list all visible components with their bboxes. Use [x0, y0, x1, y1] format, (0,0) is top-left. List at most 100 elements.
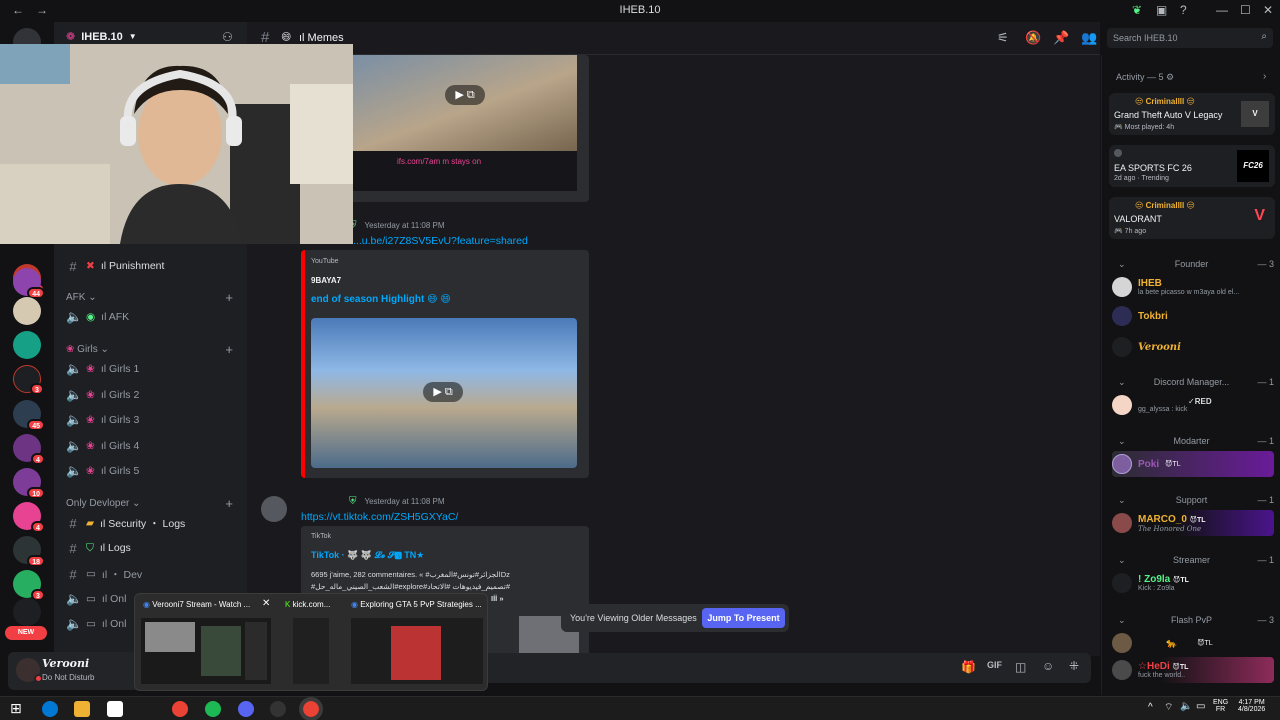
voice-channel-afk[interactable]: 🔈 ◉ ıl AFK	[62, 306, 240, 328]
close-icon[interactable]: ✕	[262, 598, 270, 609]
avatar[interactable]	[261, 496, 287, 522]
embed-author[interactable]: 9BAYA7	[311, 276, 341, 285]
category-girls[interactable]: ❀ Girls ⌄	[66, 344, 109, 355]
member-item[interactable]: IHEB la bete picasso w m3aya old el...	[1112, 274, 1274, 300]
members-icon[interactable]: 👥	[1081, 30, 1097, 46]
member-group-header[interactable]: ⌄ Flash PvP — 3	[1118, 615, 1274, 626]
server-icon[interactable]: 4	[13, 502, 45, 533]
gif-icon[interactable]: GIF	[987, 660, 1002, 670]
server-icon[interactable]	[13, 297, 41, 325]
video-thumbnail[interactable]: ▶ ⧉	[353, 55, 577, 165]
pin-icon[interactable]: 📌	[1053, 30, 1069, 46]
play-icon[interactable]: ▶ ⧉	[423, 382, 463, 402]
member-item[interactable]: MARCO_0 😈TL The Honored One	[1112, 510, 1274, 536]
member-group-header[interactable]: ⌄ Founder — 3	[1118, 259, 1274, 270]
server-icon[interactable]: 44	[13, 268, 45, 299]
video-thumbnail[interactable]: ▶ ⧉	[311, 318, 577, 468]
add-channel-icon[interactable]: +	[225, 496, 233, 511]
server-icon[interactable]: 10	[13, 468, 45, 499]
member-item[interactable]: Tokbri	[1112, 303, 1274, 329]
spotify-icon[interactable]	[205, 701, 221, 717]
preview-tab-title[interactable]: ◉ Verooni7 Stream - Watch ...	[143, 600, 258, 609]
member-item[interactable]: ✓RED gg_alyssa : kick	[1112, 392, 1274, 418]
preview-thumbnail[interactable]	[351, 618, 483, 684]
channel-dev[interactable]: # ▭ ıl ・ Dev	[62, 563, 240, 585]
threads-icon[interactable]: ⚟	[997, 30, 1009, 46]
member-item[interactable]: ☆HeDi 😈TL fuck the world..	[1112, 657, 1274, 683]
server-icon[interactable]: 4	[13, 434, 45, 465]
sticker-icon[interactable]: ◫	[1015, 660, 1026, 674]
server-icon[interactable]: 3	[13, 365, 44, 395]
file-explorer-icon[interactable]	[74, 701, 90, 717]
embed-author[interactable]: TikTok · 🐺 🐺 𝓛𝓮 𝓢🅰 TN★	[311, 550, 424, 561]
windows-start-icon[interactable]: ⊞	[10, 700, 22, 717]
voice-channel-girls-3[interactable]: 🔈 ❀ ıl Girls 3	[62, 409, 240, 431]
mute-bell-icon[interactable]: 🔕	[1025, 30, 1041, 46]
maximize-icon[interactable]: ☐	[1240, 3, 1251, 17]
wifi-icon[interactable]: ⌔	[1164, 701, 1173, 714]
search-input[interactable]: Search IHEB.10 ⌕	[1107, 28, 1273, 48]
server-icon[interactable]	[13, 331, 41, 359]
channel-punishment[interactable]: # ✖ ıl Punishment	[62, 255, 240, 277]
chrome-active-icon[interactable]	[299, 697, 323, 720]
emoji-icon[interactable]: ☺	[1042, 659, 1054, 673]
voice-channel-girls-2[interactable]: 🔈 ❀ ıl Girls 2	[62, 384, 240, 406]
invite-icon[interactable]: ⚇	[222, 30, 233, 44]
member-item[interactable]: Verooni	[1112, 334, 1274, 360]
member-group-header[interactable]: ⌄ Streamer — 1	[1118, 555, 1274, 566]
server-icon[interactable]	[13, 598, 41, 626]
activity-card[interactable]: 😒 Criminallll 😒 Grand Theft Auto V Legac…	[1109, 93, 1275, 135]
voice-channel-girls-1[interactable]: 🔈 ❀ ıl Girls 1	[62, 358, 240, 380]
minimize-icon[interactable]: —	[1216, 3, 1228, 17]
apps-icon[interactable]: ⁜	[1069, 659, 1079, 673]
add-channel-icon[interactable]: +	[225, 342, 233, 357]
preview-thumbnail[interactable]	[141, 618, 271, 684]
server-icon[interactable]: 3	[13, 570, 45, 601]
server-icon[interactable]: 18	[13, 536, 45, 567]
tray-chevron-icon[interactable]: ^	[1148, 702, 1153, 713]
add-channel-icon[interactable]: +	[225, 290, 233, 305]
preview-tab-title[interactable]: K kick.com...	[285, 600, 345, 609]
server-name-header[interactable]: ❁ IHEB.10 ▼	[66, 30, 137, 44]
close-icon[interactable]: ✕	[1263, 3, 1273, 17]
activity-header[interactable]: Activity — 5 ⚙	[1116, 72, 1174, 83]
jump-to-present-button[interactable]: Jump To Present	[702, 608, 785, 628]
embed-title[interactable]: end of season Highlight 😄 😄	[311, 294, 451, 305]
voice-channel-girls-5[interactable]: 🔈 ❀ ıl Girls 5	[62, 460, 240, 482]
activity-card[interactable]: EA SPORTS FC 26 2d ago · Trending FC26	[1109, 145, 1275, 187]
language-indicator[interactable]: ENG FR	[1213, 699, 1228, 713]
activity-card[interactable]: 😒 Criminallll 😒 VALORANT 🎮 7h ago V	[1109, 197, 1275, 239]
channel-security-logs[interactable]: # ▰ ıl Security ・ Logs	[62, 512, 240, 534]
member-item[interactable]: ! Zo9la 😈TL Kick : Zo9la	[1112, 570, 1274, 596]
chrome-icon[interactable]	[172, 701, 188, 717]
obs-icon[interactable]	[270, 701, 286, 717]
server-icon[interactable]: 45	[13, 400, 45, 431]
member-item[interactable]: 🐆 😈TL	[1112, 630, 1274, 656]
member-item[interactable]: Poki 😈TL	[1112, 451, 1274, 477]
message-link[interactable]: ...u.be/i27Z8SV5EvU?feature=shared	[353, 235, 528, 247]
category-only-devloper[interactable]: Only Devloper ⌄	[66, 498, 141, 509]
speaker-icon: 🔈	[66, 438, 83, 453]
discord-icon[interactable]	[238, 701, 254, 717]
preview-thumbnail[interactable]	[293, 618, 329, 684]
inbox-icon[interactable]: ▣	[1156, 3, 1167, 17]
clock[interactable]: 4:17 PM 4/8/2026	[1238, 699, 1265, 713]
category-afk[interactable]: AFK ⌄	[66, 292, 97, 303]
member-group-header[interactable]: ⌄ Support — 1	[1118, 495, 1274, 506]
edge-icon[interactable]	[42, 701, 58, 717]
battery-icon[interactable]: ▭	[1196, 701, 1205, 712]
gift-icon[interactable]: 🎁	[961, 660, 976, 674]
new-badge[interactable]: NEW	[5, 626, 47, 640]
chevron-right-icon[interactable]: ›	[1263, 71, 1266, 82]
volume-icon[interactable]: 🔈	[1180, 701, 1192, 712]
play-icon[interactable]: ▶ ⧉	[445, 85, 485, 105]
member-group-header[interactable]: ⌄ Discord Manager... — 1	[1118, 377, 1274, 388]
channel-logs[interactable]: # ⛉ ıl Logs	[62, 537, 240, 559]
store-icon[interactable]	[107, 701, 123, 717]
help-icon[interactable]: ?	[1180, 3, 1187, 17]
voice-channel-girls-4[interactable]: 🔈 ❀ ıl Girls 4	[62, 435, 240, 457]
message-link[interactable]: https://vt.tiktok.com/ZSH5GXYaC/	[301, 511, 458, 523]
member-group-header[interactable]: ⌄ Modarter — 1	[1118, 436, 1274, 447]
preview-tab-title[interactable]: ◉ Exploring GTA 5 PvP Strategies ...	[351, 600, 485, 609]
leaf-icon[interactable]: ❦	[1132, 3, 1142, 17]
